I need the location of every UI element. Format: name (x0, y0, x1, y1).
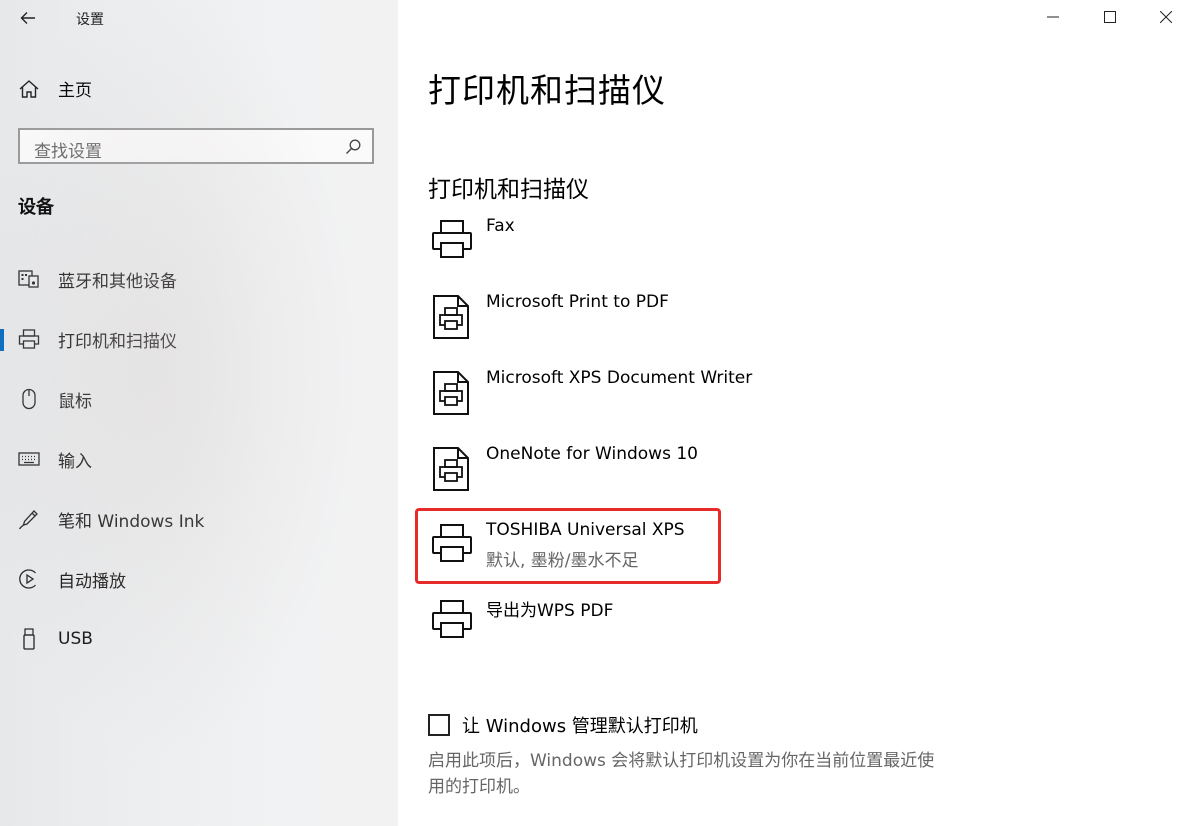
default-printer-checkbox[interactable] (428, 714, 450, 736)
maximize-button[interactable] (1087, 0, 1133, 34)
printer-item-wps-pdf[interactable]: 导出为WPS PDF (428, 596, 728, 662)
sidebar-item-label: 输入 (58, 451, 92, 472)
printer-name: Fax (486, 216, 515, 236)
search-icon (344, 138, 362, 156)
sidebar-item-label: 笔和 Windows Ink (58, 511, 205, 532)
printer-name: OneNote for Windows 10 (486, 444, 698, 464)
printer-name: Microsoft XPS Document Writer (486, 368, 753, 388)
document-printer-icon (428, 368, 476, 416)
sidebar-item-input[interactable]: 输入 (0, 437, 398, 481)
printer-icon (428, 216, 476, 264)
maximize-icon (1104, 11, 1116, 23)
highlight-annotation (415, 508, 721, 584)
printer-item-onenote[interactable]: OneNote for Windows 10 (428, 444, 728, 510)
sidebar-item-pen[interactable]: 笔和 Windows Ink (0, 497, 398, 541)
minimize-icon (1047, 16, 1059, 18)
sidebar-item-label: 打印机和扫描仪 (58, 331, 177, 352)
printer-item-print-to-pdf[interactable]: Microsoft Print to PDF (428, 292, 728, 358)
sidebar-item-mouse[interactable]: 鼠标 (0, 377, 398, 421)
autoplay-icon (18, 568, 40, 590)
back-arrow-icon (20, 12, 35, 24)
sidebar-item-usb[interactable]: USB (0, 617, 398, 661)
printer-icon (18, 328, 40, 350)
description-line: 用的打印机。 (428, 777, 530, 797)
section-title: 打印机和扫描仪 (428, 177, 589, 203)
minimize-button[interactable] (1030, 0, 1076, 34)
home-icon (18, 78, 40, 100)
sidebar-item-printers[interactable]: 打印机和扫描仪 (0, 317, 398, 361)
printer-item-fax[interactable]: Fax (428, 216, 728, 282)
sidebar: 设置 主页 查找设置 设备 蓝牙和其他设备 打印机和扫描仪 鼠标 输入 笔和 W… (0, 0, 398, 826)
checkbox-label: 让 Windows 管理默认打印机 (462, 716, 698, 737)
bluetooth-devices-icon (18, 268, 40, 290)
search-input[interactable]: 查找设置 (18, 128, 374, 164)
checkbox-description: 启用此项后，Windows 会将默认打印机设置为你在当前位置最近使 用的打印机。 (428, 748, 988, 800)
home-nav-item[interactable]: 主页 (18, 76, 92, 101)
back-button[interactable] (14, 6, 42, 30)
sidebar-item-label: 自动播放 (58, 571, 126, 592)
document-printer-icon (428, 444, 476, 492)
sidebar-section-title: 设备 (18, 197, 54, 218)
sidebar-item-label: 鼠标 (58, 391, 92, 412)
printer-item-xps-writer[interactable]: Microsoft XPS Document Writer (428, 368, 752, 434)
close-button[interactable] (1143, 0, 1189, 34)
sidebar-item-autoplay[interactable]: 自动播放 (0, 557, 398, 601)
page-title: 打印机和扫描仪 (428, 71, 666, 110)
default-printer-option[interactable]: 让 Windows 管理默认打印机 (428, 712, 698, 738)
close-icon (1160, 11, 1172, 23)
keyboard-icon (18, 448, 40, 470)
sidebar-item-bluetooth[interactable]: 蓝牙和其他设备 (0, 257, 398, 301)
pen-icon (18, 508, 40, 530)
sidebar-item-label: USB (58, 629, 93, 649)
description-line: 启用此项后，Windows 会将默认打印机设置为你在当前位置最近使 (428, 751, 935, 771)
printer-icon (428, 596, 476, 644)
mouse-icon (18, 388, 40, 410)
printer-name: Microsoft Print to PDF (486, 292, 669, 312)
sidebar-item-label: 蓝牙和其他设备 (58, 271, 177, 292)
window-title: 设置 (76, 12, 104, 28)
search-placeholder: 查找设置 (34, 142, 102, 162)
document-printer-icon (428, 292, 476, 340)
printer-name: 导出为WPS PDF (486, 601, 614, 621)
home-label: 主页 (58, 81, 92, 101)
usb-icon (18, 628, 40, 650)
